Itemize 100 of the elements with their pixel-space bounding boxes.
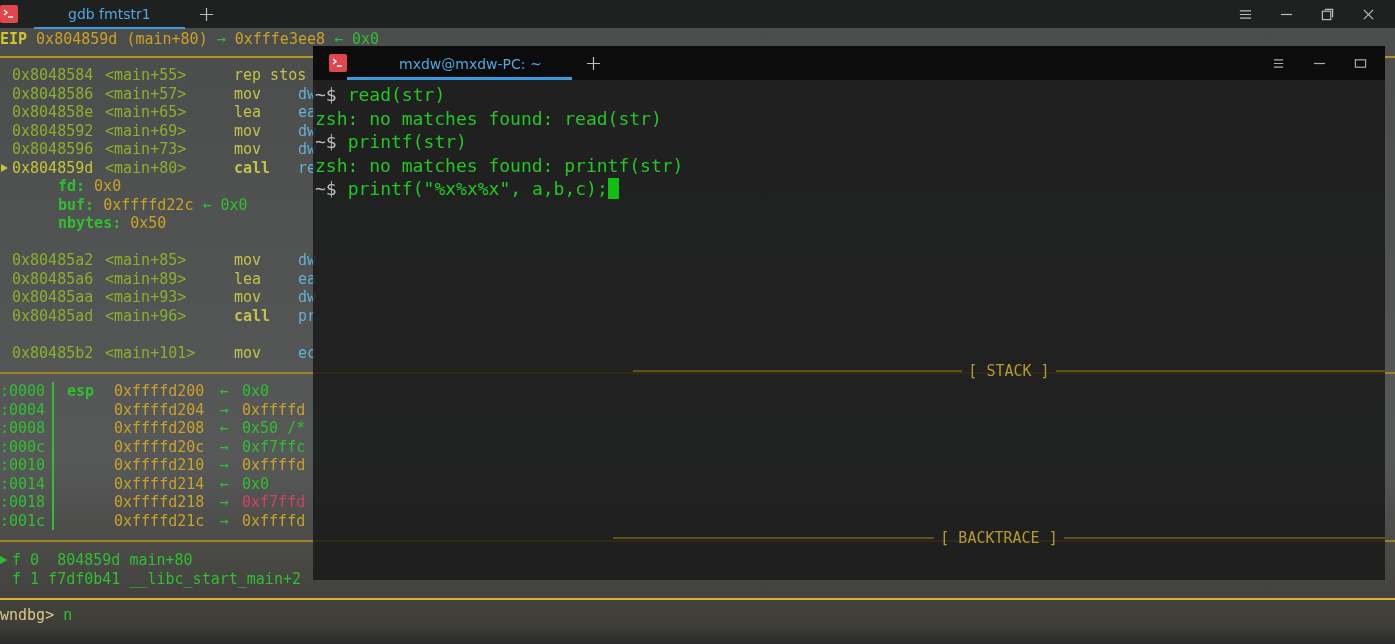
stack-address: 0xffffd20c [114, 437, 206, 456]
instruction-address: 0x8048586 [12, 84, 95, 103]
instruction-address: 0x80485ad [12, 306, 95, 325]
instruction-address: 0x804858e [12, 103, 95, 122]
stack-address: 0xffffd208 [114, 419, 206, 438]
stack-address: 0xffffd204 [114, 400, 206, 419]
argument-name: nbytes: [58, 214, 122, 233]
instruction-operand: re [298, 158, 317, 177]
instruction-symbol: <main+93> [105, 288, 188, 307]
stack-value: 0x0 [242, 382, 270, 401]
arrow-text: → [216, 29, 226, 49]
gdb-prompt: wndbg> [0, 606, 55, 625]
stack-address: 0xffffd21c [114, 511, 206, 530]
instruction-mnemonic: mov [234, 251, 263, 270]
terminal-tab[interactable]: mxdw@mxdw-PC: ~ [347, 50, 572, 80]
instruction-symbol: <main+96> [105, 306, 188, 325]
stack-address: 0xffffd214 [114, 474, 206, 493]
instruction-symbol: <main+65> [105, 103, 188, 122]
stack-register: esp [67, 382, 95, 401]
instruction-symbol: <main+55> [105, 66, 188, 85]
arrow-text: ← [334, 29, 344, 49]
shell-command: printf(str) [347, 130, 467, 154]
shell-command: read(str) [347, 83, 446, 107]
stack-offset: :0004 [0, 400, 54, 419]
close-icon[interactable] [1362, 7, 1375, 21]
instruction-address: 0x80485a2 [12, 251, 95, 270]
maximize-icon[interactable] [1354, 56, 1367, 70]
instruction-address: 0x80485b2 [12, 343, 95, 362]
instruction-address: 0x80485aa [12, 288, 95, 307]
instruction-address: 0x8048584 [12, 66, 95, 85]
arrow-text: ← [218, 474, 230, 493]
arrow-text: ← [218, 382, 230, 401]
shell-prompt: ~$ [315, 83, 337, 107]
terminal-icon [0, 5, 18, 23]
plus-icon[interactable] [585, 55, 601, 71]
arrow-text: → [218, 493, 230, 512]
instruction-mnemonic: call [234, 158, 272, 177]
stack-value: 0xf7ffd [242, 493, 306, 512]
instruction-operand: ea [298, 269, 317, 288]
argument-name: fd: [58, 177, 86, 196]
stack-value: 0x0 [242, 474, 270, 493]
backtrace-frame: f 1 f7df0b41 __libc_start_main+2 [12, 569, 301, 588]
argument-name: buf: [58, 195, 95, 214]
instruction-operand: dw [298, 84, 317, 103]
argument-target: 0x0 [220, 195, 248, 214]
stack-offset: :0014 [0, 474, 54, 493]
instruction-mnemonic: lea [234, 269, 263, 288]
shell-command: printf("%x%x%x", a,b,c); [347, 177, 608, 201]
argument-value: 0xffffd22c [103, 195, 194, 214]
instruction-symbol: <main+101> [105, 343, 197, 362]
arrow-text: → [218, 437, 230, 456]
stack-value: 0xffffd [242, 456, 306, 475]
instruction-operand: dw [298, 121, 317, 140]
instruction-address: 0x804859d [12, 158, 95, 177]
instruction-operand: dw [298, 140, 317, 158]
instruction-mnemonic: mov [234, 343, 263, 362]
instruction-operand: ec [298, 343, 317, 362]
shell-prompt: ~$ [315, 177, 337, 201]
stack-value: 0xf7ffc [242, 437, 306, 456]
stack-offset: :0010 [0, 456, 54, 475]
backtrace-frame: f 0 804859d main+80 [12, 551, 193, 570]
stack-offset: :000c [0, 437, 54, 456]
register-target-value: 0x0 [352, 29, 380, 49]
stack-value: 0xffffd [242, 511, 306, 530]
instruction-mnemonic: call [234, 306, 272, 325]
instruction-symbol: <main+57> [105, 84, 188, 103]
section-label: [ BACKTRACE ] [940, 529, 1058, 547]
arrow-text: ← [202, 195, 212, 214]
menu-icon[interactable] [1272, 56, 1285, 70]
instruction-mnemonic: lea [234, 103, 263, 122]
stack-offset: :0018 [0, 493, 54, 512]
instruction-operand: dw [298, 288, 317, 307]
argument-value: 0x50 [130, 214, 167, 233]
register-name: EIP [0, 29, 28, 49]
instruction-address: 0x8048592 [12, 121, 95, 140]
plus-icon[interactable] [198, 6, 214, 22]
menu-icon[interactable] [1239, 7, 1252, 21]
instruction-mnemonic: mov [234, 121, 263, 140]
restore-icon[interactable] [1321, 7, 1334, 21]
shell-output: zsh: no matches found: printf(str) [315, 154, 684, 177]
terminal-icon [329, 54, 347, 72]
arrow-text: ← [218, 419, 230, 438]
arrow-text: → [218, 456, 230, 475]
instruction-mnemonic: mov [234, 84, 263, 103]
stack-address: 0xffffd200 [114, 382, 206, 401]
instruction-address: 0x8048596 [12, 140, 95, 159]
register-value: 0x804859d (main+80) [36, 29, 208, 49]
stack-offset: :0000 [0, 382, 54, 401]
stack-value: 0xffffd [242, 400, 306, 419]
shell-prompt: ~$ [315, 131, 337, 152]
section-label: [ STACK ] [968, 362, 1050, 380]
instruction-mnemonic: mov [234, 140, 263, 159]
shell-output: zsh: no matches found: read(str) [315, 106, 662, 129]
stack-offset: :0008 [0, 419, 54, 438]
instruction-symbol: <main+80> [105, 158, 188, 177]
instruction-operand: ea [298, 103, 317, 121]
stack-offset: :001c [0, 511, 54, 530]
instruction-symbol: <main+85> [105, 251, 188, 270]
gdb-command: n [63, 606, 73, 625]
instruction-operand: pr [298, 306, 317, 325]
